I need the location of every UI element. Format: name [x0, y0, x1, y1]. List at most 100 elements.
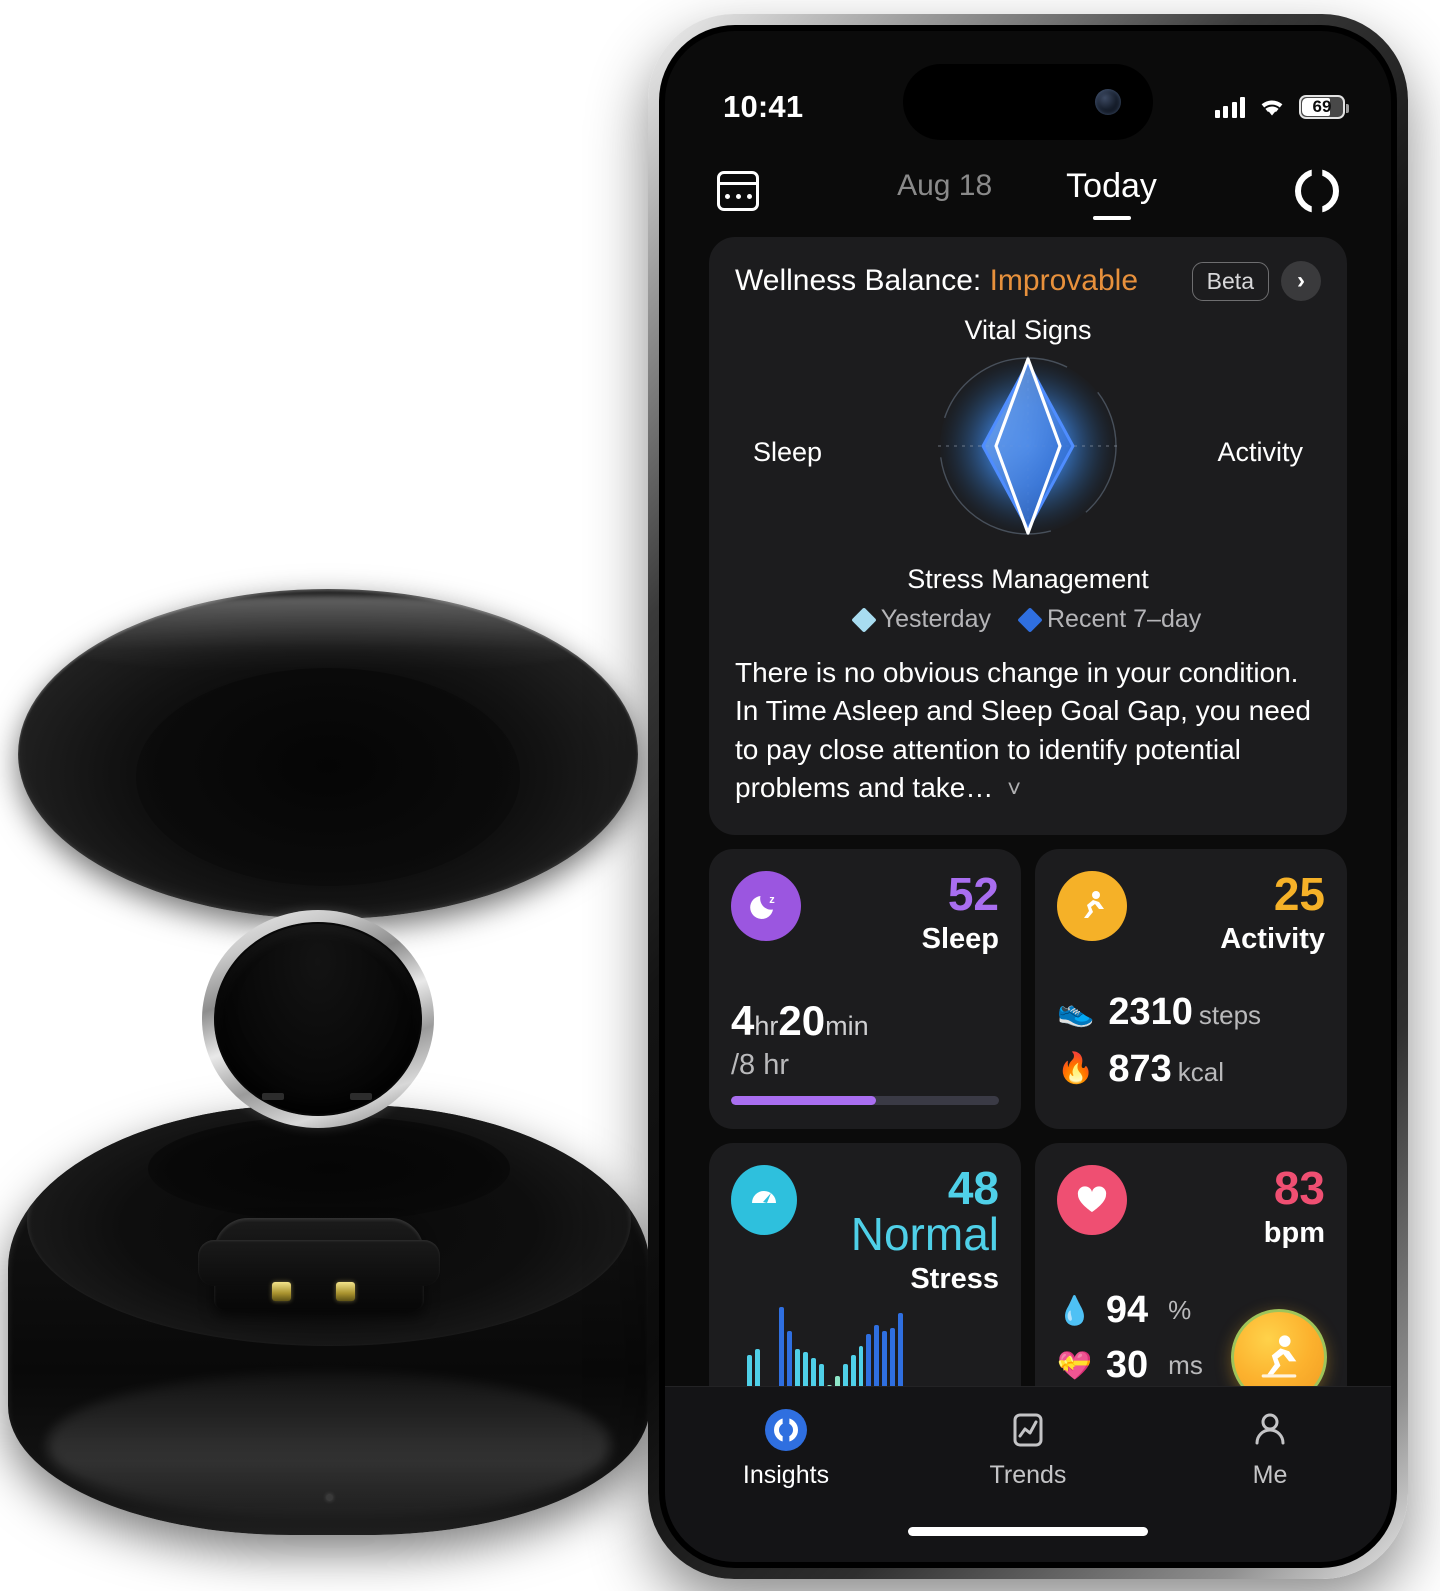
tab-trends[interactable]: Trends: [907, 1409, 1149, 1490]
sleep-duration: 4hr20min: [731, 997, 999, 1045]
sleep-minutes: 20: [778, 997, 826, 1045]
date-tab-today[interactable]: Today: [1066, 167, 1157, 216]
sleep-progress-bar: [731, 1096, 999, 1106]
case-base-well: [147, 1116, 511, 1222]
phone-bezel: 10:41 69 Aug 18 Today Wellness Balance: …: [659, 25, 1397, 1568]
ring-sync-logo-icon[interactable]: [1295, 169, 1339, 213]
heart-card-header: 83 bpm: [1057, 1165, 1325, 1248]
bpm-label: bpm: [1263, 1217, 1325, 1250]
sleep-card[interactable]: z 52 Sleep 4hr20min /8 hr: [709, 849, 1021, 1130]
heart-pulse-icon: 💝: [1057, 1349, 1092, 1381]
app-header: Aug 18 Today: [665, 149, 1391, 233]
moon-sleep-icon: z: [731, 871, 801, 942]
calendar-icon[interactable]: [717, 171, 759, 211]
dynamic-island: [903, 64, 1153, 140]
svg-text:z: z: [769, 894, 775, 906]
tab-insights-label: Insights: [742, 1461, 830, 1489]
sleep-score-value: 52: [947, 868, 999, 921]
battery-percent: 69: [1312, 97, 1332, 116]
chevron-down-icon[interactable]: ˅: [1007, 774, 1021, 807]
stress-score-value: 48: [947, 1162, 999, 1215]
stress-gauge-icon: [731, 1165, 798, 1236]
sleep-hours-unit: hr: [754, 1011, 779, 1042]
sleep-progress-fill: [731, 1096, 876, 1106]
phone-device: 10:41 69 Aug 18 Today Wellness Balance: …: [648, 14, 1408, 1579]
ring-insights-icon: [765, 1409, 807, 1451]
radar-axis-bottom-label: Stress Management: [907, 564, 1149, 594]
hrv-unit: ms: [1168, 1350, 1203, 1381]
hrv-value: 30: [1105, 1344, 1149, 1387]
smart-ring-inner: [216, 924, 420, 1114]
activity-metrics: 👟 2310 steps 🔥 873 kcal: [1057, 991, 1325, 1105]
chevron-right-icon[interactable]: ›: [1281, 261, 1321, 301]
sleep-goal: /8 hr: [731, 1049, 790, 1082]
wifi-icon: [1261, 100, 1283, 116]
steps-value: 2310: [1108, 991, 1193, 1034]
activity-calories-row: 🔥 873 kcal: [1057, 1048, 1325, 1091]
stress-label: Stress: [910, 1263, 999, 1296]
activity-card-header: 25 Activity: [1057, 871, 1325, 954]
status-time: 10:41: [723, 89, 804, 124]
stress-score: 48 Normal Stress: [797, 1165, 999, 1294]
tab-insights[interactable]: Insights: [665, 1409, 907, 1490]
steps-unit: steps: [1198, 1000, 1262, 1031]
tab-me[interactable]: Me: [1149, 1409, 1391, 1490]
charging-puck: [198, 1218, 440, 1310]
sleep-hours: 4: [731, 997, 755, 1045]
charging-pin: [272, 1282, 291, 1301]
running-person-icon: [1057, 871, 1127, 942]
wellness-balance-card[interactable]: Wellness Balance: Improvable Beta › Vita…: [709, 237, 1347, 836]
case-led-indicator: [325, 1494, 333, 1501]
legend-label: Yesterday: [880, 605, 991, 633]
wellness-description[interactable]: There is no obvious change in your condi…: [735, 654, 1321, 807]
smart-ring-contacts: [262, 1093, 372, 1101]
phone-screen: 10:41 69 Aug 18 Today Wellness Balance: …: [665, 31, 1391, 1562]
tab-me-label: Me: [1252, 1461, 1288, 1489]
heart-icon: [1057, 1165, 1127, 1236]
activity-score: 25 Activity: [1220, 871, 1325, 954]
shoe-icon: 👟: [1057, 995, 1095, 1029]
vital-signs-radar-chart: Vital Signs Sleep Activity Stress Manage…: [735, 315, 1321, 594]
sleep-card-header: z 52 Sleep: [731, 871, 999, 954]
battery-icon: 69: [1299, 95, 1349, 119]
kcal-value: 873: [1108, 1048, 1172, 1091]
stress-state: Normal: [850, 1208, 999, 1261]
blood-drop-icon: 💧: [1057, 1294, 1092, 1326]
screenshot-stage: 10:41 69 Aug 18 Today Wellness Balance: …: [0, 0, 1440, 1591]
legend-diamond-icon: [850, 606, 877, 633]
activity-score-label: Activity: [1220, 923, 1325, 956]
bpm-value: 83: [1273, 1162, 1325, 1215]
case-base: [8, 1105, 650, 1535]
tab-trends-label: Trends: [989, 1461, 1067, 1489]
cellular-signal-icon: [1214, 96, 1245, 118]
smart-ring-charging-case: [0, 575, 660, 1591]
heart-rate-card[interactable]: 83 bpm 💧 94% 💝 30 ms: [1035, 1143, 1347, 1424]
activity-card[interactable]: 25 Activity 👟 2310 steps 🔥 873 kcal: [1035, 849, 1347, 1130]
case-lid: [18, 589, 638, 919]
spo2-unit: %: [1168, 1295, 1192, 1326]
wellness-description-text: There is no obvious change in your condi…: [735, 657, 1311, 804]
wellness-header: Wellness Balance: Improvable Beta ›: [735, 261, 1321, 301]
radar-legend: Yesterday Recent 7–day: [735, 605, 1321, 634]
charging-pin: [336, 1282, 355, 1301]
kcal-unit: kcal: [1177, 1057, 1225, 1088]
sleep-score: 52 Sleep: [922, 871, 999, 954]
flame-icon: 🔥: [1057, 1052, 1095, 1086]
home-indicator: [908, 1527, 1148, 1536]
sleep-score-label: Sleep: [921, 923, 999, 956]
wellness-status: Improvable: [989, 264, 1138, 297]
metric-card-grid: z 52 Sleep 4hr20min /8 hr 25 Activity 👟 …: [709, 849, 1347, 1424]
front-camera-icon: [1095, 89, 1121, 115]
stress-card[interactable]: 48 Normal Stress: [709, 1143, 1021, 1424]
sleep-minutes-unit: min: [825, 1011, 869, 1042]
status-badge: Beta: [1191, 261, 1269, 301]
radar-plot: [938, 356, 1118, 536]
status-indicators: 69: [1214, 95, 1349, 119]
trends-chart-icon: [1013, 1413, 1043, 1447]
heart-score: 83 bpm: [1264, 1165, 1325, 1248]
legend-item: Recent 7–day: [1017, 605, 1201, 634]
activity-score-value: 25: [1273, 868, 1325, 921]
date-tab-previous[interactable]: Aug 18: [897, 169, 992, 213]
person-profile-icon: [1255, 1413, 1285, 1445]
radar-axis-left-label: Sleep: [753, 437, 823, 467]
